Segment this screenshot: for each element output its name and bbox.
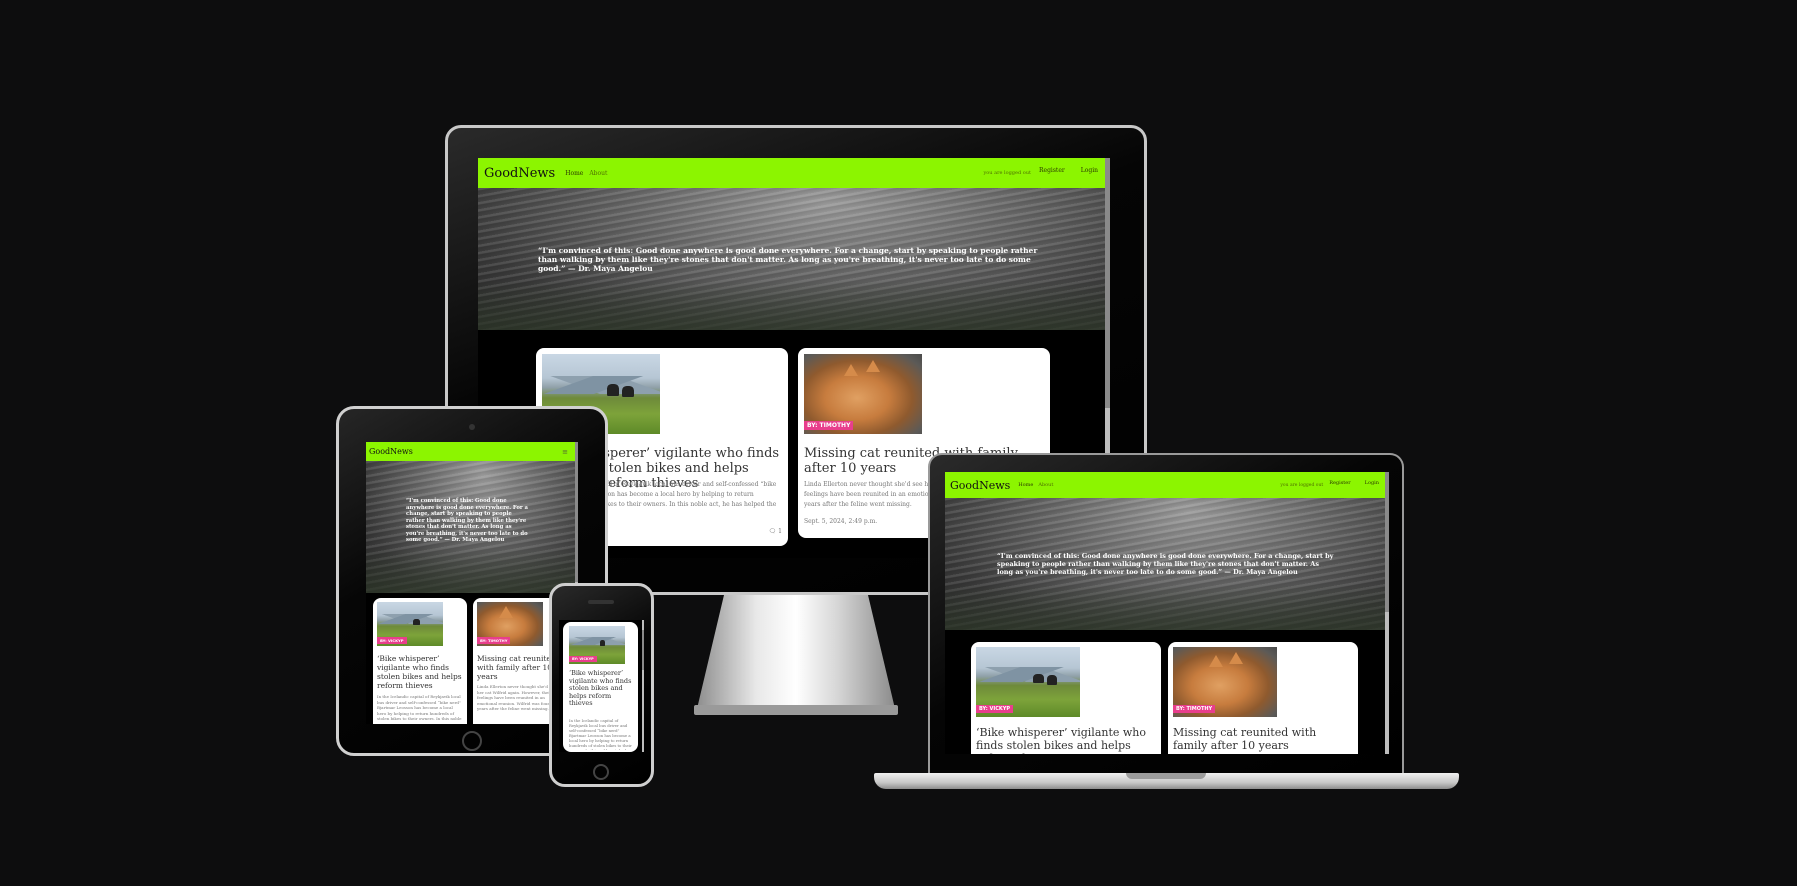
- phone-body: BY: VICKYP ‘Bike whisperer’ vigilante wh…: [549, 583, 654, 787]
- rider-graphic: [413, 618, 420, 625]
- post-title[interactable]: ‘Bike whisperer’ vigilante who finds sto…: [976, 726, 1156, 754]
- tablet-screen: GoodNews ≡ “I'm convinced of this: Good …: [366, 442, 578, 724]
- monitor-stand: [696, 595, 896, 713]
- phone-speaker: [588, 600, 614, 604]
- brand-logo[interactable]: GoodNews: [369, 447, 413, 456]
- rider-graphic: [1033, 673, 1044, 684]
- scrollbar-thumb[interactable]: [642, 630, 644, 670]
- logged-out-status: you are logged out: [1280, 482, 1324, 488]
- post-title[interactable]: Missing cat reunited with family after 1…: [1173, 726, 1353, 752]
- author-badge: BY: VICKYP: [976, 705, 1014, 713]
- nav-about-link[interactable]: About: [1038, 482, 1053, 488]
- cat-thumbnail: BY: TIMOTHY: [804, 354, 922, 434]
- mountains-graphic: [377, 614, 443, 624]
- bike-thumbnail: BY: VICKYP: [976, 647, 1080, 717]
- laptop-notch: [1126, 773, 1206, 779]
- bike-thumbnail: BY: VICKYP: [569, 626, 625, 664]
- nav-about-link[interactable]: About: [589, 170, 607, 177]
- hero-banner: “I'm convinced of this: Good done anywhe…: [478, 188, 1110, 330]
- mountains-graphic: [569, 636, 625, 645]
- scrollbar-thumb[interactable]: [1105, 158, 1110, 408]
- mountains-graphic: [976, 666, 1080, 682]
- navbar: GoodNews Home About you are logged out R…: [478, 158, 1110, 188]
- register-link[interactable]: Register: [1039, 167, 1065, 174]
- post-card-cat[interactable]: BY: TIMOTHY Missing cat reunited with fa…: [1168, 642, 1358, 754]
- login-link[interactable]: Login: [1081, 167, 1098, 174]
- post-title[interactable]: ‘Bike whisperer’ vigilante who finds sto…: [569, 669, 635, 708]
- hero-banner: “I'm convinced of this: Good done anywhe…: [366, 461, 578, 593]
- cat-thumbnail: BY: TIMOTHY: [1173, 647, 1277, 717]
- menu-toggle-icon[interactable]: ≡: [562, 448, 568, 456]
- phone-home-button: [593, 764, 609, 780]
- phone-screen: BY: VICKYP ‘Bike whisperer’ vigilante wh…: [559, 620, 644, 752]
- login-link[interactable]: Login: [1365, 480, 1379, 486]
- rider-graphic: [606, 384, 619, 396]
- scrollbar-thumb[interactable]: [1385, 472, 1389, 612]
- post-date: Sept. 5, 2024, 2:49 p.m.: [804, 518, 878, 525]
- post-card-bike[interactable]: BY: VICKYP ‘Bike whisperer’ vigilante wh…: [971, 642, 1161, 754]
- laptop-screen: GoodNews Home About you are logged out R…: [945, 472, 1389, 754]
- comment-icon: 🗨: [768, 528, 777, 535]
- cat-ear-graphic: [844, 364, 858, 376]
- cat-ear-graphic: [866, 360, 880, 372]
- cat-ear-graphic: [1209, 655, 1223, 667]
- nav-home-link[interactable]: Home: [565, 170, 583, 177]
- laptop-lid: GoodNews Home About you are logged out R…: [928, 453, 1404, 773]
- hero-quote: “I'm convinced of this: Good done anywhe…: [406, 498, 528, 543]
- rider-graphic: [622, 386, 635, 398]
- register-link[interactable]: Register: [1329, 480, 1350, 486]
- bike-thumbnail: BY: VICKYP: [377, 602, 443, 646]
- author-badge: BY: TIMOTHY: [477, 637, 511, 644]
- tablet-home-button: [462, 731, 482, 751]
- tablet-camera: [469, 424, 475, 430]
- scrollbar[interactable]: [1385, 472, 1389, 754]
- navbar: GoodNews ≡: [366, 442, 578, 461]
- hero-quote: “I'm convinced of this: Good done anywhe…: [538, 246, 1038, 273]
- author-badge: BY: TIMOTHY: [1173, 705, 1216, 713]
- brand-logo[interactable]: GoodNews: [950, 479, 1010, 492]
- post-excerpt: In the Icelandic capital of Reykjavik lo…: [569, 718, 632, 750]
- mountains-graphic: [542, 376, 660, 394]
- comment-count-value: 1: [778, 528, 782, 535]
- nav-home-link[interactable]: Home: [1018, 482, 1033, 488]
- cat-ear-graphic: [1229, 652, 1243, 664]
- post-title[interactable]: ‘Bike whisperer’ vigilante who finds sto…: [377, 654, 463, 690]
- rider-graphic: [599, 640, 606, 646]
- author-badge: BY: TIMOTHY: [804, 421, 854, 430]
- rider-graphic: [1046, 675, 1058, 685]
- logged-out-status: you are logged out: [983, 170, 1032, 176]
- cat-thumbnail: BY: TIMOTHY: [477, 602, 543, 646]
- post-excerpt: In the Icelandic capital of Reykjavik lo…: [377, 694, 462, 722]
- monitor-base: [694, 705, 898, 715]
- cat-ear-graphic: [499, 606, 513, 618]
- brand-logo[interactable]: GoodNews: [484, 166, 555, 181]
- scrollbar[interactable]: [642, 620, 644, 752]
- scrollbar-thumb[interactable]: [575, 442, 578, 582]
- post-card-bike[interactable]: BY: VICKYP ‘Bike whisperer’ vigilante wh…: [373, 598, 467, 724]
- author-badge: BY: VICKYP: [569, 656, 597, 662]
- comment-count: 🗨 1: [769, 528, 782, 535]
- author-badge: BY: VICKYP: [377, 637, 407, 644]
- navbar: GoodNews Home About you are logged out R…: [945, 472, 1389, 498]
- post-card-bike[interactable]: BY: VICKYP ‘Bike whisperer’ vigilante wh…: [563, 622, 638, 752]
- hero-banner: “I'm convinced of this: Good done anywhe…: [945, 498, 1389, 630]
- hero-quote: “I'm convinced of this: Good done anywhe…: [997, 552, 1334, 576]
